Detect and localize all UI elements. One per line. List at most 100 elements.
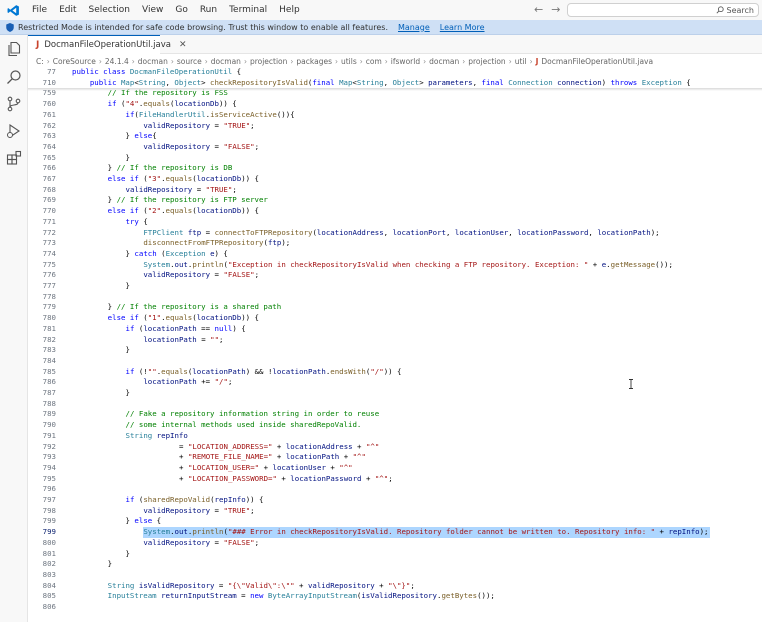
- code-line[interactable]: 762 validRepository = "TRUE";: [28, 121, 762, 132]
- code-line[interactable]: 763} else{: [28, 131, 762, 142]
- code-line[interactable]: 761 if(FileHandlerUtil.isServiceActive())…: [28, 110, 762, 121]
- breadcrumb-item[interactable]: com: [366, 57, 382, 66]
- menu-edit[interactable]: Edit: [53, 0, 82, 20]
- code-line[interactable]: 779} // If the repository is a shared pa…: [28, 302, 762, 313]
- code-line[interactable]: 795 + "LOCATION_PASSWORD=" + locationPass…: [28, 474, 762, 485]
- code-line[interactable]: 786 locationPath += "/";: [28, 377, 762, 388]
- code-line[interactable]: 710 public Map<String, Object> checkRepos…: [28, 77, 762, 89]
- menu-help[interactable]: Help: [273, 0, 306, 20]
- breadcrumb-item[interactable]: 24.1.4: [105, 57, 129, 66]
- code-line[interactable]: 766} // If the repository is DB: [28, 163, 762, 174]
- code-line[interactable]: 805 InputStream returnInputStream = new B…: [28, 591, 762, 602]
- code-line[interactable]: 780 else if ("1".equals(locationDb)) {: [28, 313, 762, 324]
- breadcrumb-item[interactable]: docman: [211, 57, 241, 66]
- code-token: }: [107, 559, 113, 569]
- code-line[interactable]: 781 if (locationPath == null) {: [28, 324, 762, 335]
- code-token: "^": [374, 473, 389, 483]
- menu-file[interactable]: File: [26, 0, 53, 20]
- code-line[interactable]: 788: [28, 399, 762, 410]
- code-line[interactable]: 797 if (sharedRepoValid(repInfo)) {: [28, 495, 762, 506]
- line-number: 775: [42, 259, 56, 269]
- code-line[interactable]: 772 FTPClient ftp = connectToFTPRepositor…: [28, 228, 762, 239]
- chevron-right-icon: ›: [170, 56, 174, 66]
- learn-more-link[interactable]: Learn More: [440, 23, 485, 32]
- code-line[interactable]: 765}: [28, 153, 762, 164]
- breadcrumb-item[interactable]: packages: [296, 57, 332, 66]
- code-line[interactable]: 802}: [28, 559, 762, 570]
- code-token: +: [259, 462, 273, 472]
- code-token: locationPort: [392, 227, 446, 237]
- breadcrumb-item[interactable]: C:: [36, 57, 44, 66]
- code-line[interactable]: 767 else if ("3".equals(locationDb)) {: [28, 174, 762, 185]
- code-line[interactable]: 792 = "LOCATION_ADDRESS=" + locationAddre…: [28, 442, 762, 453]
- code-line[interactable]: 760 if ("4".equals(locationDb)) {: [28, 99, 762, 110]
- code-line[interactable]: 768 validRepository = "TRUE";: [28, 185, 762, 196]
- breadcrumb-item[interactable]: utils: [341, 57, 357, 66]
- code-line[interactable]: 793 + "REMOTE_FILE_NAME=" + locationPath …: [28, 452, 762, 463]
- code-line[interactable]: 791 String repInfo: [28, 431, 762, 442]
- menu-terminal[interactable]: Terminal: [223, 0, 273, 20]
- breadcrumb-item[interactable]: projection: [468, 57, 505, 66]
- code-line[interactable]: 784: [28, 356, 762, 367]
- code-line[interactable]: 803: [28, 570, 762, 581]
- search-icon[interactable]: [6, 69, 22, 85]
- code-line[interactable]: 804 String isValidRepository = "{\"Valid\…: [28, 581, 762, 592]
- code-line[interactable]: 790 // some internal methods used inside …: [28, 420, 762, 431]
- line-number: 793: [42, 452, 56, 462]
- code-line[interactable]: 794 + "LOCATION_USER=" + locationUser + "…: [28, 463, 762, 474]
- code-line[interactable]: 769} // If the repository is FTP server: [28, 195, 762, 206]
- code-line[interactable]: 775 System.out.println("Exception in chec…: [28, 260, 762, 271]
- code-line[interactable]: 798 validRepository = "TRUE";: [28, 506, 762, 517]
- code-line[interactable]: 776 validRepository = "FALSE";: [28, 270, 762, 281]
- code-line[interactable]: 789 // Fake a repository information stri…: [28, 409, 762, 420]
- breadcrumb-item[interactable]: docman: [138, 57, 168, 66]
- menu-go[interactable]: Go: [169, 0, 193, 20]
- code-line[interactable]: 801}: [28, 549, 762, 560]
- code-text: locationPath += "/";: [143, 377, 232, 388]
- code-line[interactable]: 783}: [28, 345, 762, 356]
- code-line[interactable]: 796: [28, 484, 762, 495]
- run-debug-icon[interactable]: [6, 123, 22, 139]
- navigation-arrows: ← →: [534, 3, 560, 16]
- close-icon[interactable]: ✕: [179, 40, 187, 50]
- code-line[interactable]: 799} else {: [28, 516, 762, 527]
- breadcrumb-item[interactable]: ifsworld: [391, 57, 420, 66]
- code-line[interactable]: 800 validRepository = "FALSE";: [28, 538, 762, 549]
- line-number: 772: [42, 227, 56, 237]
- menu-selection[interactable]: Selection: [83, 0, 136, 20]
- code-line[interactable]: 806: [28, 602, 762, 613]
- breadcrumb-item[interactable]: DocmanFileOperationUtil.java: [541, 57, 653, 66]
- chevron-right-icon: ›: [423, 56, 427, 66]
- menu-run[interactable]: Run: [194, 0, 223, 20]
- command-center-search[interactable]: Search: [567, 3, 759, 17]
- breadcrumb-item[interactable]: source: [177, 57, 202, 66]
- code-line[interactable]: 785 if (!"".equals(locationPath) && !loca…: [28, 367, 762, 378]
- breadcrumb-item[interactable]: docman: [429, 57, 459, 66]
- line-number: 763: [42, 131, 56, 141]
- code-line[interactable]: 77 public class DocmanFileOperationUtil {: [28, 67, 762, 78]
- breadcrumb-item[interactable]: projection: [250, 57, 287, 66]
- code-line[interactable]: 774} catch (Exception e) {: [28, 249, 762, 260]
- breadcrumb-item[interactable]: CoreSource: [53, 57, 96, 66]
- code-line[interactable]: 777}: [28, 281, 762, 292]
- source-control-icon[interactable]: [6, 96, 22, 112]
- code-line[interactable]: 778: [28, 292, 762, 303]
- code-token: ;: [254, 537, 260, 547]
- code-token: "^": [365, 441, 380, 451]
- extensions-icon[interactable]: [6, 150, 22, 166]
- code-line[interactable]: 770 else if ("2".equals(locationDb)) {: [28, 206, 762, 217]
- menu-view[interactable]: View: [136, 0, 169, 20]
- code-line[interactable]: 773 disconnectFromFTPRepository(ftp);: [28, 238, 762, 249]
- code-editor[interactable]: 77 public class DocmanFileOperationUtil {…: [28, 67, 762, 622]
- forward-arrow-icon[interactable]: →: [551, 3, 560, 16]
- back-arrow-icon[interactable]: ←: [534, 3, 543, 16]
- manage-link[interactable]: Manage: [398, 23, 430, 32]
- explorer-icon[interactable]: [6, 41, 22, 57]
- code-line[interactable]: 787}: [28, 388, 762, 399]
- code-line[interactable]: 782 locationPath = "";: [28, 335, 762, 346]
- code-line[interactable]: 799 System.out.println("### Error in chec…: [28, 527, 762, 538]
- code-line[interactable]: 771 try {: [28, 217, 762, 228]
- code-line[interactable]: 764 validRepository = "FALSE";: [28, 142, 762, 153]
- tab-docman-file-operation-util[interactable]: J DocmanFileOperationUtil.java ✕: [28, 35, 187, 54]
- breadcrumb-item[interactable]: util: [515, 57, 527, 66]
